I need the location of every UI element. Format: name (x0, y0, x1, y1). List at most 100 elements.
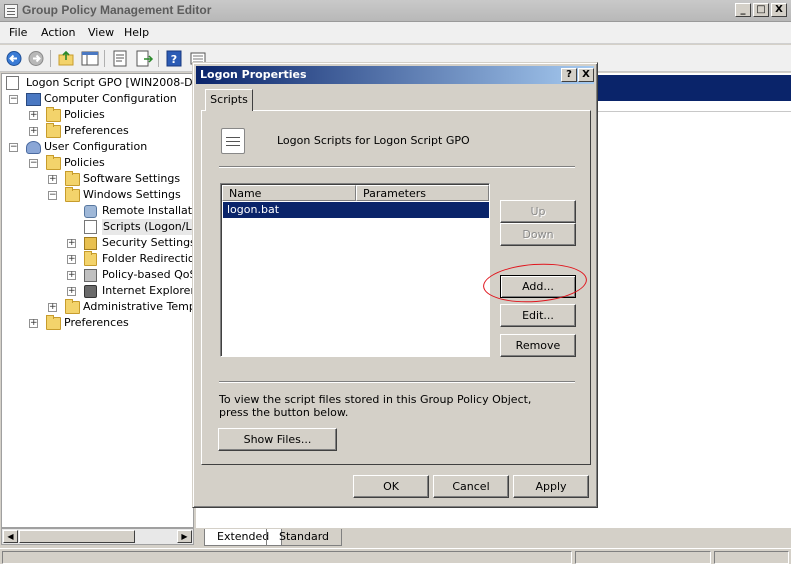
cancel-button[interactable]: Cancel (433, 475, 509, 498)
scripts-list[interactable]: Name Parameters logon.bat (220, 183, 490, 357)
menu-action[interactable]: Action (41, 26, 75, 39)
collapse-icon[interactable]: − (9, 95, 18, 104)
tab-standard[interactable]: Standard (266, 529, 343, 546)
tree-label: Preferences (64, 316, 129, 329)
tree-label: Policies (64, 156, 105, 169)
back-arrow-icon[interactable] (4, 49, 24, 68)
folder-icon (65, 171, 80, 186)
column-header-parameters[interactable]: Parameters (356, 185, 489, 201)
remote-installation-icon (84, 205, 97, 218)
status-bar (0, 548, 791, 564)
menu-help[interactable]: Help (124, 26, 149, 39)
show-hide-tree-icon[interactable] (80, 49, 100, 68)
tree-label: Preferences (64, 124, 129, 137)
details-header-bar (596, 75, 791, 101)
tree-label: Security Settings (102, 236, 194, 249)
script-file-icon (221, 128, 245, 154)
maximize-button[interactable]: □ (753, 3, 769, 17)
separator (219, 381, 575, 383)
tree-label: Computer Configuration (44, 92, 177, 105)
computer-icon (26, 93, 41, 106)
security-lock-icon (84, 237, 97, 250)
dialog-header-text: Logon Scripts for Logon Script GPO (277, 134, 470, 147)
expand-icon[interactable]: + (67, 255, 76, 264)
tree-label: Folder Redirection (102, 252, 194, 265)
tab-scripts[interactable]: Scripts (205, 89, 253, 111)
details-divider (596, 111, 791, 112)
window-title: Group Policy Management Editor (22, 3, 212, 17)
minimize-button[interactable]: _ (735, 3, 751, 17)
remove-button[interactable]: Remove (500, 334, 576, 357)
show-files-button[interactable]: Show Files... (218, 428, 337, 451)
svg-text:?: ? (171, 53, 177, 66)
up-folder-icon[interactable] (56, 49, 76, 68)
help-icon[interactable]: ? (164, 49, 184, 68)
column-header-name[interactable]: Name (222, 185, 356, 201)
tree-label: Administrative Templat (83, 300, 193, 313)
expand-icon[interactable]: + (67, 287, 76, 296)
scroll-thumb[interactable] (19, 530, 135, 543)
console-tree[interactable]: Logon Script GPO [WIN2008-DC1.p − Comput… (1, 73, 194, 528)
menu-file[interactable]: File (9, 26, 27, 39)
folder-icon (65, 187, 80, 202)
dialog-titlebar: Logon Properties ? X (196, 66, 594, 84)
collapse-icon[interactable]: − (48, 191, 57, 200)
scroll-left-icon[interactable]: ◀ (3, 530, 18, 543)
expand-icon[interactable]: + (67, 239, 76, 248)
expand-icon[interactable]: + (48, 175, 57, 184)
menu-view[interactable]: View (88, 26, 114, 39)
close-button[interactable]: X (771, 3, 787, 17)
folder-icon (46, 107, 61, 122)
script-name: logon.bat (227, 203, 280, 216)
export-list-icon[interactable] (134, 49, 154, 68)
tree-label: Policies (64, 108, 105, 121)
logon-properties-dialog: Logon Properties ? X Scripts Logon Scrip… (192, 62, 598, 508)
info-text: To view the script files stored in this … (219, 393, 532, 419)
script-icon (84, 220, 97, 234)
forward-arrow-icon[interactable] (26, 49, 46, 68)
expand-icon[interactable]: + (29, 111, 38, 120)
user-icon (26, 141, 41, 154)
folder-icon (84, 251, 97, 266)
expand-icon[interactable]: + (48, 303, 57, 312)
dialog-help-button[interactable]: ? (561, 68, 577, 82)
qos-chart-icon (84, 269, 97, 282)
down-button[interactable]: Down (500, 223, 576, 246)
tree-label: Remote Installation (102, 204, 193, 217)
gpo-editor-app-icon (4, 4, 18, 18)
window-titlebar: Group Policy Management Editor _ □ X (0, 0, 791, 22)
status-panel (714, 551, 789, 564)
expand-icon[interactable]: + (29, 319, 38, 328)
edit-button[interactable]: Edit... (500, 304, 576, 327)
expand-icon[interactable]: + (67, 271, 76, 280)
up-button[interactable]: Up (500, 200, 576, 223)
tree-label: User Configuration (44, 140, 148, 153)
gpo-document-icon (6, 76, 19, 90)
menu-bar: File Action View Help (0, 22, 791, 44)
apply-button[interactable]: Apply (513, 475, 589, 498)
collapse-icon[interactable]: − (29, 159, 38, 168)
tree-label: Software Settings (83, 172, 181, 185)
folder-icon (65, 299, 80, 314)
collapse-icon[interactable]: − (9, 143, 18, 152)
tree-horizontal-scrollbar[interactable]: ◀ ▶ (1, 528, 194, 545)
internet-explorer-icon (84, 285, 97, 298)
folder-icon (46, 123, 61, 138)
dialog-close-button[interactable]: X (578, 68, 594, 82)
status-panel (575, 551, 711, 564)
separator (219, 166, 575, 168)
tree-root-label: Logon Script GPO [WIN2008-DC1.p (26, 76, 193, 89)
status-panel (2, 551, 572, 564)
scroll-right-icon[interactable]: ▶ (177, 530, 192, 543)
dialog-title: Logon Properties (200, 68, 307, 81)
tree-label: Policy-based QoS (102, 268, 194, 281)
expand-icon[interactable]: + (29, 127, 38, 136)
tree-label: Scripts (Logon/Log (102, 219, 193, 235)
script-row-logon-bat[interactable]: logon.bat (223, 202, 489, 218)
folder-icon (46, 155, 61, 170)
tree-label: Internet Explorer M (102, 284, 194, 297)
properties-icon[interactable] (110, 49, 130, 68)
view-tabs: Extended Standard (196, 528, 791, 548)
folder-icon (46, 315, 61, 330)
ok-button[interactable]: OK (353, 475, 429, 498)
